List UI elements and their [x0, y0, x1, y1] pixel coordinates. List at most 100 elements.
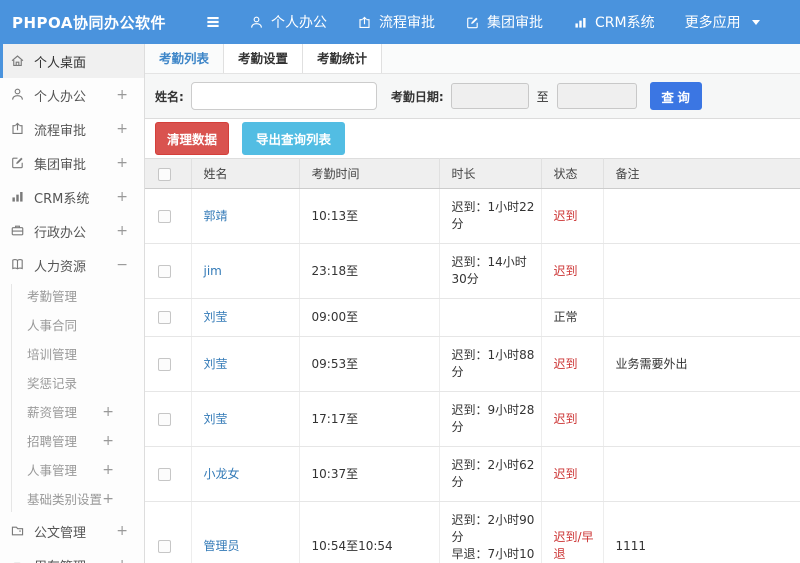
topbar: PHPOA协同办公软件 个人办公 流程审批 集团审批 CRM系统 更多应用: [0, 0, 800, 44]
name-input[interactable]: [190, 82, 377, 110]
sidebar-item-label: 个人桌面: [34, 55, 87, 71]
note-cell: 业务需要外出: [603, 336, 800, 392]
sidebar-item-personal-office[interactable]: 个人办公 +: [0, 78, 144, 112]
expand-plus-icon[interactable]: +: [116, 223, 128, 239]
tab-attendance-settings[interactable]: 考勤设置: [224, 44, 304, 73]
row-checkbox-cell: [145, 188, 192, 244]
date-end-input[interactable]: [556, 83, 637, 109]
duration-cell: 迟到：1小时88分: [439, 336, 542, 392]
attendance-time-cell: 10:13至: [299, 188, 440, 244]
topnav-crm-system[interactable]: CRM系统: [573, 12, 655, 32]
expand-plus-icon[interactable]: +: [102, 485, 114, 514]
column-header: 备注: [603, 158, 800, 189]
sidebar-item-reward-punishment[interactable]: 奖惩记录: [0, 369, 144, 398]
attendance-time-cell: 23:18至: [299, 243, 440, 299]
sidebar-item-label: 行政办公: [34, 225, 87, 241]
expand-plus-icon[interactable]: +: [116, 523, 128, 539]
status-cell: 迟到: [541, 243, 604, 299]
row-checkbox[interactable]: [158, 467, 171, 481]
sidebar-item-document-mgmt[interactable]: 公文管理 +: [0, 514, 144, 548]
expand-plus-icon[interactable]: +: [116, 121, 128, 137]
expand-plus-icon[interactable]: +: [102, 398, 114, 427]
row-checkbox-cell: [145, 391, 192, 447]
status-cell: 正常: [541, 298, 604, 337]
attendance-table: 姓名 考勤时间 时长 状态 备注 郭靖 10:13至 迟到：1小时22分 迟到 jim 23:18…: [145, 158, 800, 563]
note-cell: [603, 446, 800, 502]
expand-plus-icon[interactable]: +: [116, 87, 128, 103]
sidebar-item-hr-contract[interactable]: 人事合同: [0, 311, 144, 340]
sidebar-item-personnel-mgmt[interactable]: 人事管理 +: [0, 456, 144, 485]
row-checkbox[interactable]: [158, 209, 171, 223]
expand-plus-icon[interactable]: +: [102, 456, 114, 485]
employee-name-cell: 小龙女: [191, 446, 300, 502]
flow-icon: [357, 15, 372, 30]
employee-name-link[interactable]: 刘莹: [204, 357, 228, 371]
employee-name-link[interactable]: 小龙女: [204, 467, 240, 481]
sidebar-item-training-mgmt[interactable]: 培训管理: [0, 340, 144, 369]
status-cell: 迟到: [541, 446, 604, 502]
tab-attendance-list[interactable]: 考勤列表: [145, 44, 225, 73]
employee-name-link[interactable]: jim: [204, 264, 222, 278]
home-icon: [10, 53, 26, 69]
attendance-time-cell: 10:37至: [299, 446, 440, 502]
row-checkbox[interactable]: [158, 264, 171, 278]
topnav-label: CRM系统: [595, 15, 655, 31]
date-start-input[interactable]: [450, 83, 529, 109]
topnav-group-approval[interactable]: 集团审批: [465, 12, 543, 32]
table-row: 郭靖 10:13至 迟到：1小时22分 迟到: [145, 188, 800, 244]
sidebar-item-workflow-approval[interactable]: 流程审批 +: [0, 112, 144, 146]
row-checkbox-cell: [145, 501, 192, 563]
expand-plus-icon[interactable]: +: [116, 189, 128, 205]
topnav-label: 个人办公: [271, 15, 327, 31]
topnav-label: 集团审批: [487, 15, 543, 31]
sidebar-item-label: 集团审批: [34, 157, 87, 173]
sidebar-item-admin-office[interactable]: 行政办公 +: [0, 214, 144, 248]
employee-name-link[interactable]: 郭靖: [204, 209, 228, 223]
expand-plus-icon[interactable]: +: [102, 427, 114, 456]
clear-data-button[interactable]: 清理数据: [155, 122, 230, 155]
status-cell: 迟到: [541, 391, 604, 447]
row-checkbox-cell: [145, 336, 192, 392]
topnav-workflow-approval[interactable]: 流程审批: [357, 12, 435, 32]
table-row: 刘莹 17:17至 迟到：9小时28分 迟到: [145, 391, 800, 447]
tab-attendance-stats[interactable]: 考勤统计: [303, 44, 383, 73]
topnav-personal-office[interactable]: 个人办公: [249, 12, 327, 32]
collapse-minus-icon[interactable]: −: [116, 257, 128, 273]
hamburger-menu-icon[interactable]: [203, 12, 223, 32]
row-checkbox[interactable]: [158, 412, 171, 426]
row-checkbox-cell: [145, 446, 192, 502]
query-button[interactable]: 查 询: [649, 82, 702, 110]
sidebar-item-attendance-mgmt[interactable]: 考勤管理: [0, 282, 144, 311]
row-checkbox[interactable]: [158, 357, 171, 371]
employee-name-link[interactable]: 刘莹: [204, 310, 228, 324]
sidebar-item-group-approval[interactable]: 集团审批 +: [0, 146, 144, 180]
duration-cell: 迟到：2小时90分 早退：7小时10分: [439, 501, 542, 563]
employee-name-cell: 刘莹: [191, 298, 300, 337]
sidebar-submenu: 考勤管理 人事合同 培训管理 奖惩记录 薪资管理 + 招聘管理 + 人事管理 + 基础类别设置 +: [0, 282, 144, 514]
sidebar-item-crm-system[interactable]: CRM系统 +: [0, 180, 144, 214]
export-list-button[interactable]: 导出查询列表: [242, 122, 346, 155]
sidebar-item-salary-mgmt[interactable]: 薪资管理 +: [0, 398, 144, 427]
topnav-more-apps[interactable]: 更多应用: [685, 12, 760, 32]
note-cell: [603, 188, 800, 244]
row-checkbox[interactable]: [158, 311, 171, 324]
sidebar-item-human-resources[interactable]: 人力资源 −: [0, 248, 144, 282]
car-icon: [10, 557, 26, 563]
sidebar-item-recruit-mgmt[interactable]: 招聘管理 +: [0, 427, 144, 456]
status-cell: 迟到: [541, 188, 604, 244]
row-checkbox[interactable]: [158, 539, 171, 553]
note-cell: [603, 391, 800, 447]
expand-plus-icon[interactable]: +: [116, 557, 128, 563]
briefcase-icon: [10, 223, 26, 239]
user-icon: [249, 15, 264, 30]
sidebar-item-personal-desktop[interactable]: 个人桌面: [0, 44, 144, 78]
select-all-checkbox[interactable]: [158, 167, 171, 181]
topnav-label: 流程审批: [379, 15, 435, 31]
attendance-time-cell: 09:00至: [299, 298, 440, 337]
sidebar-item-vehicle-mgmt[interactable]: 用车管理 +: [0, 548, 144, 563]
expand-plus-icon[interactable]: +: [116, 155, 128, 171]
employee-name-link[interactable]: 刘莹: [204, 412, 228, 426]
sidebar-item-base-category-settings[interactable]: 基础类别设置 +: [0, 485, 144, 514]
column-header: 状态: [541, 158, 604, 189]
employee-name-link[interactable]: 管理员: [204, 539, 240, 553]
